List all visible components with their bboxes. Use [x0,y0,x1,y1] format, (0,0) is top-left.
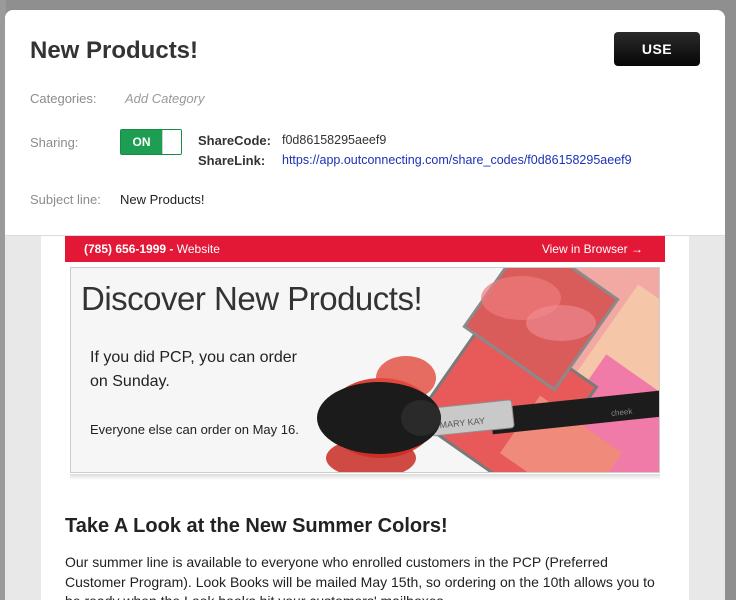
sharing-label: Sharing: [30,135,79,150]
body-paragraph: Our summer line is available to everyone… [65,554,655,600]
section-heading: Take A Look at the New Summer Colors! [65,515,448,537]
banner-shadow [70,474,660,480]
toggle-on-label: ON [121,130,162,154]
add-category-link[interactable]: Add Category [125,91,205,106]
view-in-browser-link[interactable]: View in Browser → [542,242,643,256]
phone-line: (785) 656-1999 - Website [84,242,220,256]
modal-header: New Products! USE Categories: Add Catego… [5,10,725,236]
categories-label: Categories: [30,91,97,106]
use-button[interactable]: USE [614,32,700,66]
banner-pcp-text: If you did PCP, you can order on Sunday. [90,349,297,390]
sharelink-link[interactable]: https://app.outconnecting.com/share_code… [282,153,632,167]
phone-number: (785) 656-1999 [84,242,167,256]
page-title: New Products! [30,37,199,64]
email-top-bar: (785) 656-1999 - Website View in Browser… [65,236,665,262]
sharing-toggle[interactable]: ON [120,129,182,155]
email-preview: (785) 656-1999 - Website View in Browser… [41,236,689,600]
toggle-knob [162,130,181,154]
sharelink-label: ShareLink: [198,153,266,168]
subject-label: Subject line: [30,192,101,207]
sharecode-value: f0d86158295aeef9 [282,133,387,147]
separator: - [166,242,177,256]
makeup-brush-image: MARY KAY cheek [317,268,659,472]
website-link[interactable]: Website [177,242,220,256]
banner-order-date-text: Everyone else can order on May 16. [90,422,299,437]
email-banner: Discover New Products! If you did PCP, y… [70,267,660,473]
sharecode-label: ShareCode: [198,133,271,148]
subject-value: New Products! [120,192,205,207]
template-modal: New Products! USE Categories: Add Catego… [5,10,725,600]
